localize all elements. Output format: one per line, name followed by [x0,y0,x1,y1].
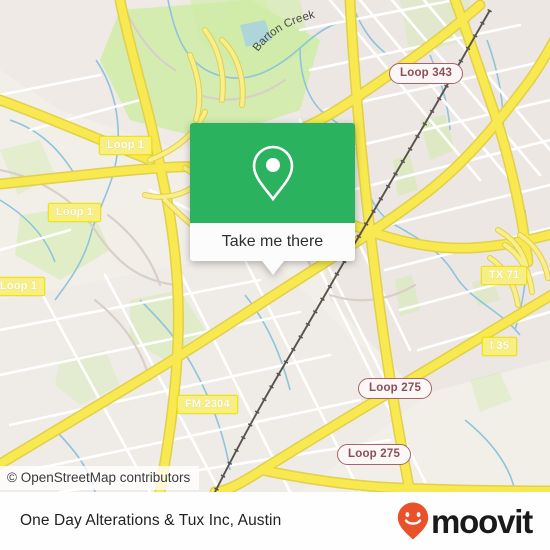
road-shield-loop-1-north[interactable]: Loop 1 [99,136,153,155]
road-shield-i-35[interactable]: I 35 [482,337,518,356]
moovit-brand[interactable]: moovit [396,501,533,541]
map-screenshot: Barton Creek Loop 343 Loop 1 Loop 1 Loop… [0,0,550,550]
road-shield-loop-275-north[interactable]: Loop 275 [358,378,433,399]
road-shield-tx-71[interactable]: TX 71 [481,266,528,285]
popup-icon-area [190,123,355,223]
take-me-there-label: Take me there [221,233,324,250]
map-canvas[interactable]: Barton Creek Loop 343 Loop 1 Loop 1 Loop… [0,0,550,492]
moovit-smiley-pin-icon [397,502,429,540]
take-me-there-button[interactable]: Take me there [190,223,355,261]
popup-tail [261,261,284,275]
place-title: One Day Alterations & Tux Inc, Austin [20,512,282,529]
road-shield-loop-1-west[interactable]: Loop 1 [0,277,46,296]
osm-attribution[interactable]: © OpenStreetMap contributors [0,466,200,490]
road-shield-loop-343[interactable]: Loop 343 [389,63,464,84]
map-pin-icon [252,145,293,202]
moovit-wordmark: moovit [431,502,533,540]
road-shield-loop-1-mid[interactable]: Loop 1 [48,203,102,222]
road-shield-loop-275-south[interactable]: Loop 275 [337,444,412,465]
place-popup-card[interactable]: Take me there [190,123,355,275]
footer-bar: One Day Alterations & Tux Inc, Austin mo… [0,492,550,550]
road-shield-fm-2304[interactable]: FM 2304 [177,395,238,414]
